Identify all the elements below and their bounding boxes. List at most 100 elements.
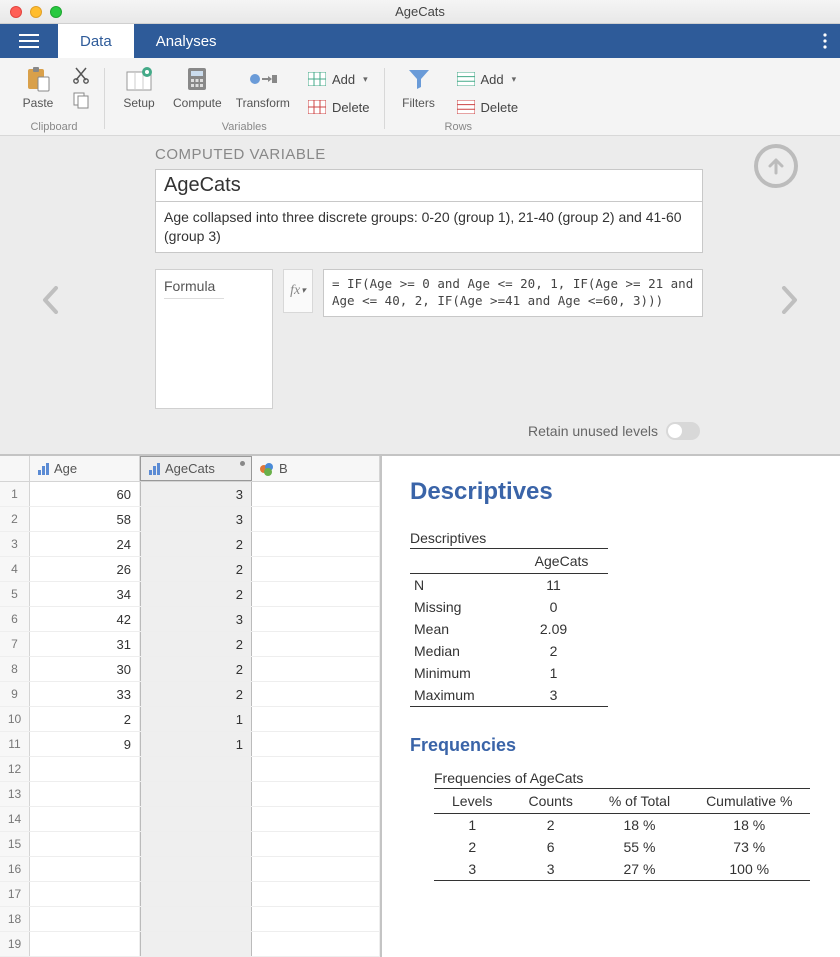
cell-age[interactable] <box>30 907 140 931</box>
cell-b[interactable] <box>252 707 380 731</box>
table-row[interactable]: 5342 <box>0 582 380 607</box>
delete-variable-button[interactable]: Delete <box>308 96 370 118</box>
transform-button[interactable]: Transform <box>236 64 290 110</box>
cell-b[interactable] <box>252 682 380 706</box>
cell-age[interactable] <box>30 857 140 881</box>
table-row[interactable]: 1603 <box>0 482 380 507</box>
table-row[interactable]: 6423 <box>0 607 380 632</box>
cell-age[interactable]: 33 <box>30 682 140 706</box>
cell-agecats[interactable] <box>140 807 252 831</box>
table-row[interactable]: 13 <box>0 782 380 807</box>
cell-b[interactable] <box>252 632 380 656</box>
cell-age[interactable] <box>30 782 140 806</box>
cell-age[interactable]: 9 <box>30 732 140 756</box>
table-row[interactable]: 16 <box>0 857 380 882</box>
cell-agecats[interactable]: 2 <box>140 532 252 556</box>
fx-button[interactable]: fx▾ <box>283 269 313 313</box>
column-header-age[interactable]: Age <box>30 456 140 481</box>
cell-agecats[interactable]: 2 <box>140 557 252 581</box>
table-row[interactable]: 9332 <box>0 682 380 707</box>
cell-age[interactable] <box>30 832 140 856</box>
cell-b[interactable] <box>252 832 380 856</box>
cell-b[interactable] <box>252 607 380 631</box>
grid-body[interactable]: 1603258332424262534264237312830293321021… <box>0 482 380 957</box>
cell-agecats[interactable]: 3 <box>140 607 252 631</box>
cell-b[interactable] <box>252 782 380 806</box>
cell-agecats[interactable]: 3 <box>140 482 252 506</box>
setup-button[interactable]: Setup <box>119 64 159 110</box>
cell-age[interactable]: 34 <box>30 582 140 606</box>
cell-b[interactable] <box>252 582 380 606</box>
add-variable-button[interactable]: Add ▾ <box>308 68 370 90</box>
formula-input[interactable]: = IF(Age >= 0 and Age <= 20, 1, IF(Age >… <box>323 269 703 317</box>
previous-variable-button[interactable] <box>42 286 60 321</box>
table-row[interactable]: 18 <box>0 907 380 932</box>
cell-b[interactable] <box>252 532 380 556</box>
variable-description[interactable]: Age collapsed into three discrete groups… <box>155 202 703 253</box>
table-row[interactable]: 1191 <box>0 732 380 757</box>
cell-agecats[interactable] <box>140 757 252 781</box>
table-row[interactable]: 3242 <box>0 532 380 557</box>
cell-agecats[interactable] <box>140 857 252 881</box>
cell-b[interactable] <box>252 732 380 756</box>
cell-agecats[interactable] <box>140 832 252 856</box>
tab-data[interactable]: Data <box>58 24 134 58</box>
cell-b[interactable] <box>252 882 380 906</box>
column-header-agecats[interactable]: AgeCats <box>140 456 252 481</box>
filters-button[interactable]: Filters <box>399 64 439 110</box>
compute-button[interactable]: Compute <box>173 64 222 110</box>
cell-b[interactable] <box>252 807 380 831</box>
cell-b[interactable] <box>252 657 380 681</box>
cell-agecats[interactable]: 1 <box>140 732 252 756</box>
cell-b[interactable] <box>252 932 380 956</box>
table-row[interactable]: 12 <box>0 757 380 782</box>
table-row[interactable]: 7312 <box>0 632 380 657</box>
cell-b[interactable] <box>252 857 380 881</box>
cell-agecats[interactable]: 1 <box>140 707 252 731</box>
cell-agecats[interactable]: 2 <box>140 682 252 706</box>
cell-agecats[interactable] <box>140 932 252 956</box>
cell-b[interactable] <box>252 482 380 506</box>
cell-age[interactable]: 2 <box>30 707 140 731</box>
add-row-button[interactable]: Add ▾ <box>457 68 519 90</box>
table-row[interactable]: 8302 <box>0 657 380 682</box>
cell-b[interactable] <box>252 507 380 531</box>
cell-age[interactable] <box>30 807 140 831</box>
cell-age[interactable]: 24 <box>30 532 140 556</box>
cell-agecats[interactable]: 2 <box>140 632 252 656</box>
cell-b[interactable] <box>252 557 380 581</box>
copy-icon[interactable] <box>72 91 90 112</box>
table-row[interactable]: 15 <box>0 832 380 857</box>
cell-agecats[interactable] <box>140 882 252 906</box>
cut-icon[interactable] <box>72 66 90 87</box>
table-row[interactable]: 19 <box>0 932 380 957</box>
cell-agecats[interactable]: 2 <box>140 657 252 681</box>
table-row[interactable]: 4262 <box>0 557 380 582</box>
cell-age[interactable]: 60 <box>30 482 140 506</box>
retain-unused-levels-toggle[interactable] <box>666 422 700 440</box>
overflow-menu-button[interactable] <box>810 24 840 58</box>
cell-agecats[interactable] <box>140 782 252 806</box>
column-header-b[interactable]: B <box>252 456 380 481</box>
cell-agecats[interactable]: 2 <box>140 582 252 606</box>
table-row[interactable]: 2583 <box>0 507 380 532</box>
cell-age[interactable]: 58 <box>30 507 140 531</box>
cell-b[interactable] <box>252 757 380 781</box>
cell-agecats[interactable] <box>140 907 252 931</box>
table-row[interactable]: 17 <box>0 882 380 907</box>
cell-age[interactable] <box>30 757 140 781</box>
cell-age[interactable]: 26 <box>30 557 140 581</box>
cell-age[interactable] <box>30 882 140 906</box>
delete-row-button[interactable]: Delete <box>457 96 519 118</box>
cell-age[interactable] <box>30 932 140 956</box>
cell-age[interactable]: 30 <box>30 657 140 681</box>
collapse-panel-button[interactable] <box>754 144 798 188</box>
app-menu-button[interactable] <box>0 24 58 58</box>
tab-analyses[interactable]: Analyses <box>134 24 239 58</box>
variable-name-input[interactable] <box>155 169 703 202</box>
table-row[interactable]: 1021 <box>0 707 380 732</box>
table-row[interactable]: 14 <box>0 807 380 832</box>
cell-b[interactable] <box>252 907 380 931</box>
cell-age[interactable]: 31 <box>30 632 140 656</box>
next-variable-button[interactable] <box>780 286 798 321</box>
